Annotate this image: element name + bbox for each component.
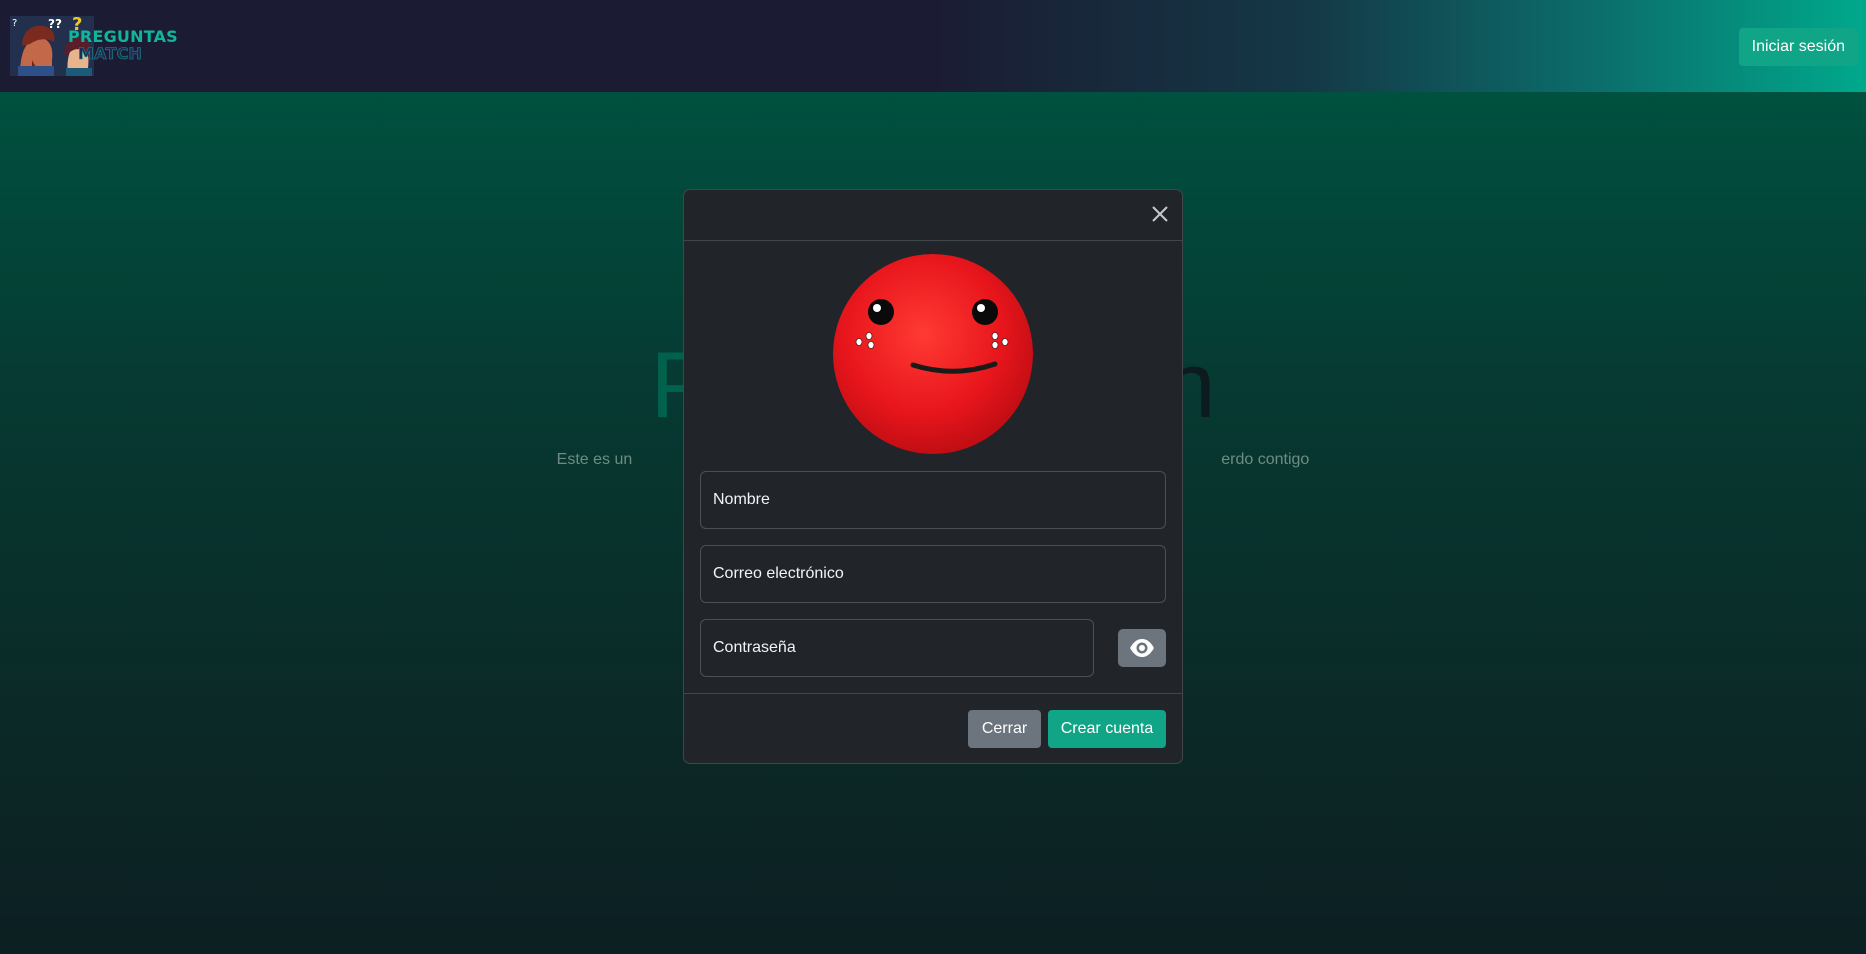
logo-text: PREGUNTAS MATCH: [68, 28, 178, 62]
smiley-avatar: [833, 254, 1033, 454]
hero-subtitle-right: erdo contigo: [1221, 451, 1310, 468]
logo-line-1: PREGUNTAS: [68, 27, 178, 46]
toggle-password-button[interactable]: [1118, 629, 1166, 667]
close-icon[interactable]: [1148, 202, 1172, 226]
name-field[interactable]: [700, 471, 1166, 529]
svg-text:??: ??: [48, 17, 62, 31]
signup-modal: Cerrar Crear cuenta: [683, 189, 1183, 764]
svg-text:?: ?: [12, 18, 17, 29]
logo-line-2: MATCH: [78, 44, 143, 63]
hero-subtitle-left: Este es un: [556, 451, 633, 468]
modal-header: [684, 190, 1182, 241]
login-button[interactable]: Iniciar sesión: [1738, 28, 1858, 66]
brand-logo[interactable]: ? ?? ? PREGUNTAS MATCH: [10, 14, 178, 78]
eye-icon: [1130, 639, 1154, 657]
email-field[interactable]: [700, 545, 1166, 603]
modal-footer: Cerrar Crear cuenta: [684, 693, 1182, 764]
password-field[interactable]: [700, 619, 1094, 677]
create-account-button[interactable]: Crear cuenta: [1048, 710, 1166, 748]
cancel-button[interactable]: Cerrar: [968, 710, 1041, 748]
navbar: ? ?? ? PREGUNTAS MATCH Iniciar sesión: [0, 0, 1866, 92]
